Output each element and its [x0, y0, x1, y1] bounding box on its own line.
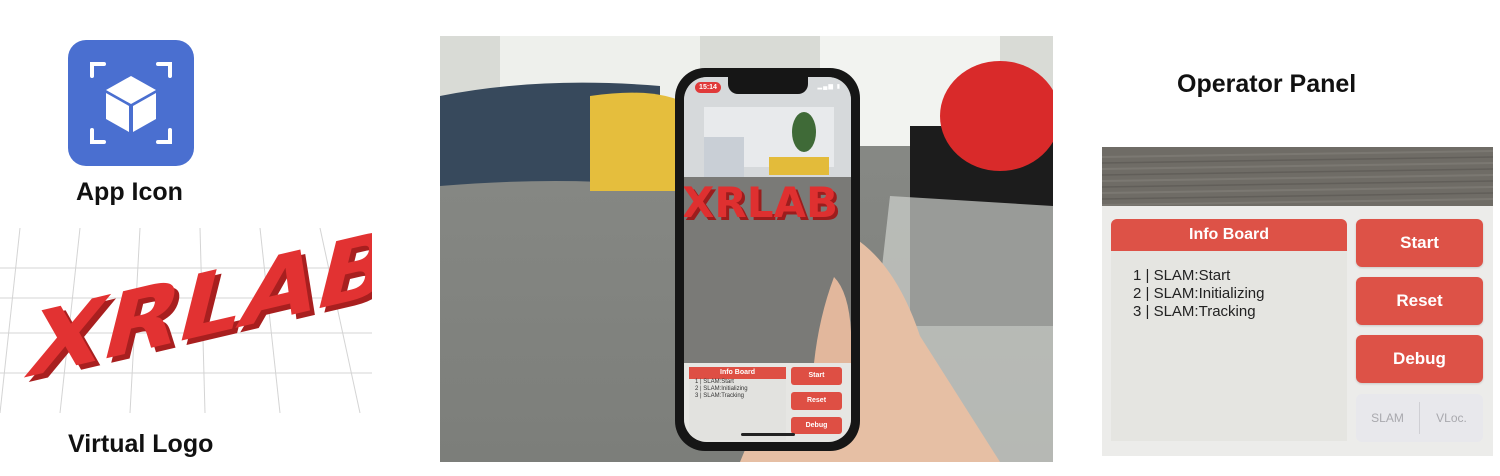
phone-log-line: 2 | SLAM:Initializing: [695, 386, 748, 392]
phone-reset-button[interactable]: Reset: [791, 392, 842, 410]
phone-time: 15:14: [695, 82, 721, 93]
demo-photo: XRLAB XRLAB 15:14 ▂▄▆ ▮ Info Board 1 | S…: [440, 36, 1053, 462]
status-bar-icons: ▂▄▆ ▮: [817, 84, 841, 90]
ar-cube-icon: [90, 62, 172, 144]
start-button[interactable]: Start: [1356, 219, 1483, 267]
operator-panel-title: Operator Panel: [1177, 70, 1357, 98]
home-indicator: [741, 433, 795, 436]
debug-button[interactable]: Debug: [1356, 335, 1483, 383]
app-icon[interactable]: [68, 40, 194, 166]
app-icon-caption: App Icon: [76, 178, 183, 206]
camera-preview-strip: [1102, 147, 1493, 206]
svg-text:XRLAB: XRLAB: [684, 178, 838, 227]
phone-info-header: Info Board: [689, 367, 786, 379]
reset-button[interactable]: Reset: [1356, 277, 1483, 325]
operator-panel: Info Board 1 | SLAM:Start 2 | SLAM:Initi…: [1102, 206, 1493, 456]
virtual-logo-caption: Virtual Logo: [68, 430, 214, 458]
phone-log-line: 3 | SLAM:Tracking: [695, 393, 745, 399]
phone-start-button[interactable]: Start: [791, 367, 842, 385]
info-board: Info Board 1 | SLAM:Start 2 | SLAM:Initi…: [1111, 219, 1347, 441]
mode-toggle: SLAM VLoc.: [1356, 394, 1483, 442]
phone-notch: [728, 77, 808, 94]
phone-debug-button[interactable]: Debug: [791, 417, 842, 434]
camera-view: XRLAB XRLAB: [684, 77, 851, 363]
log-list: 1 | SLAM:Start 2 | SLAM:Initializing 3 |…: [1111, 251, 1347, 321]
vloc-mode-option[interactable]: VLoc.: [1420, 394, 1483, 442]
phone-log-line: 1 | SLAM:Start: [695, 379, 734, 385]
phone-operator-panel: Info Board 1 | SLAM:Start 2 | SLAM:Initi…: [684, 363, 851, 442]
virtual-logo-render: XRLAB XRLAB: [0, 208, 411, 414]
svg-text:XRLAB: XRLAB: [16, 228, 372, 401]
phone-info-board: Info Board 1 | SLAM:Start 2 | SLAM:Initi…: [689, 367, 786, 440]
slam-mode-option[interactable]: SLAM: [1356, 394, 1419, 442]
phone-device: XRLAB XRLAB 15:14 ▂▄▆ ▮ Info Board 1 | S…: [675, 68, 860, 451]
log-line: 1 | SLAM:Start: [1133, 267, 1231, 284]
log-line: 3 | SLAM:Tracking: [1133, 303, 1256, 320]
phone-screen: XRLAB XRLAB 15:14 ▂▄▆ ▮ Info Board 1 | S…: [684, 77, 851, 442]
log-line: 2 | SLAM:Initializing: [1133, 285, 1265, 302]
info-board-header: Info Board: [1111, 219, 1347, 251]
